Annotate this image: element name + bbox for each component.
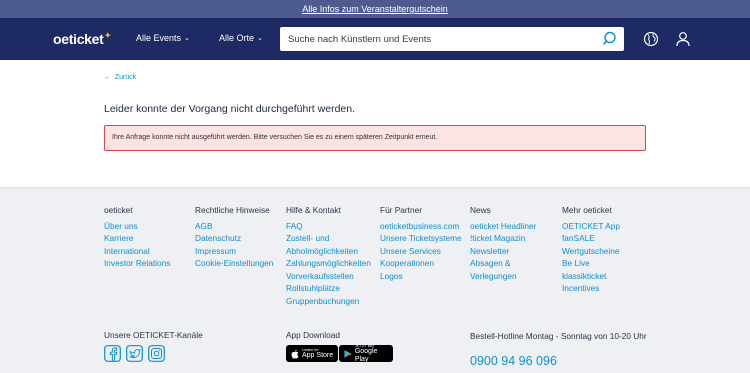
footer-col-legal: Rechtliche Hinweise AGB Datenschutz Impr…	[195, 204, 273, 270]
footer-link[interactable]: Investor Relations	[104, 257, 170, 270]
globe-icon[interactable]	[643, 31, 659, 47]
footer-link[interactable]: Karriere	[104, 232, 170, 245]
footer-link[interactable]: Absagen &	[470, 257, 536, 270]
chevron-down-icon: ⌄	[257, 35, 263, 42]
organizer-voucher-link[interactable]: Alle Infos zum Veranstaltergutschein	[302, 4, 448, 14]
logo-star-icon: ✦	[104, 31, 112, 40]
search-box	[280, 27, 624, 51]
page-title: Leider konnte der Vorgang nicht durchgef…	[104, 103, 356, 115]
footer-col-help: Hilfe & Kontakt FAQ Zustell- und Abholmö…	[286, 204, 371, 307]
footer-link[interactable]: Über uns	[104, 220, 170, 233]
footer: oeticket Über uns Karriere International…	[0, 187, 750, 373]
footer-link[interactable]: Logos	[380, 270, 462, 283]
channels-label: Unsere OETICKET-Kanäle	[104, 330, 203, 340]
chevron-down-icon: ⌄	[184, 35, 190, 42]
instagram-icon[interactable]	[148, 345, 165, 362]
footer-link[interactable]: Datenschutz	[195, 232, 273, 245]
footer-link[interactable]: Zahlungsmöglichkeiten	[286, 257, 371, 270]
twitter-icon[interactable]	[126, 345, 143, 362]
footer-link[interactable]: Incentives	[562, 282, 620, 295]
nav-all-places-label: Alle Orte	[219, 33, 255, 43]
footer-col-more: Mehr oeticket OETICKET App fanSALE Wertg…	[562, 204, 620, 295]
footer-link[interactable]: Wertgutscheine	[562, 245, 620, 258]
footer-col-heading: Für Partner	[380, 205, 422, 215]
error-alert: Ihre Anfrage konnte nicht ausgeführt wer…	[104, 125, 646, 151]
footer-link[interactable]: klassikticket	[562, 270, 620, 283]
footer-link[interactable]: Cookie-Einstellungen	[195, 257, 273, 270]
footer-col-heading: Mehr oeticket	[562, 205, 612, 215]
googleplay-big-text: Google Play	[354, 347, 378, 363]
apple-icon	[291, 349, 299, 359]
footer-link[interactable]: OETICKET App	[562, 220, 620, 233]
footer-link[interactable]: !ticket Magazin	[470, 232, 536, 245]
search-icon[interactable]	[602, 30, 620, 48]
facebook-icon[interactable]	[104, 345, 121, 362]
footer-link[interactable]: fanSALE	[562, 232, 620, 245]
hotline-phone[interactable]: 0900 94 96 096	[470, 354, 557, 368]
footer-link[interactable]: Impressum	[195, 245, 273, 258]
nav-all-places[interactable]: Alle Orte ⌄	[219, 33, 263, 43]
google-play-icon	[344, 349, 352, 358]
footer-col-heading: Rechtliche Hinweise	[195, 205, 270, 215]
arrow-left-icon: ←	[104, 74, 111, 81]
footer-link[interactable]: Rollstuhlplätze	[286, 282, 371, 295]
footer-link[interactable]: FAQ	[286, 220, 371, 233]
appstore-big-text: App Store	[302, 351, 334, 359]
footer-col-news: News oeticket Headliner !ticket Magazin …	[470, 204, 536, 282]
user-account-icon[interactable]	[675, 31, 691, 47]
logo-text: oeticket	[53, 31, 104, 47]
search-input[interactable]	[288, 33, 588, 45]
footer-link[interactable]: Unsere Services	[380, 245, 462, 258]
footer-link[interactable]: Verlegungen	[470, 270, 536, 283]
nav-all-events[interactable]: Alle Events ⌄	[136, 33, 190, 43]
back-label: Zurück	[114, 74, 137, 81]
app-download-label: App Download	[286, 330, 340, 340]
oeticket-logo[interactable]: oeticket✦	[53, 31, 111, 47]
footer-col-heading: Hilfe & Kontakt	[286, 205, 341, 215]
footer-col-oeticket: oeticket Über uns Karriere International…	[104, 204, 170, 270]
footer-link[interactable]: International	[104, 245, 170, 258]
footer-link[interactable]: oeticket Headliner	[470, 220, 536, 233]
footer-col-heading: oeticket	[104, 205, 133, 215]
footer-link[interactable]: Zustell- und	[286, 232, 371, 245]
back-link[interactable]: ← Zurück	[104, 74, 136, 81]
footer-link[interactable]: Kooperationen	[380, 257, 462, 270]
footer-link[interactable]: Abholmöglichkeiten	[286, 245, 371, 258]
main-content: ← Zurück Leider konnte der Vorgang nicht…	[0, 60, 750, 187]
app-store-badge[interactable]: Laden im App Store	[286, 345, 339, 362]
footer-link[interactable]: Be Live	[562, 257, 620, 270]
footer-link[interactable]: oeticketbusiness.com	[380, 220, 462, 233]
footer-col-heading: News	[470, 205, 491, 215]
footer-link[interactable]: AGB	[195, 220, 273, 233]
footer-link[interactable]: Gruppenbuchungen	[286, 295, 371, 308]
footer-link[interactable]: Unsere Ticketsysteme	[380, 232, 462, 245]
footer-link[interactable]: Vorverkaufsstellen	[286, 270, 371, 283]
nav-all-events-label: Alle Events	[136, 33, 182, 43]
footer-link[interactable]: Newsletter	[470, 245, 536, 258]
announcement-bar: Alle Infos zum Veranstaltergutschein	[0, 0, 750, 18]
google-play-badge[interactable]: JETZT BEI Google Play	[339, 343, 393, 363]
hotline-label: Bestell-Hotline Montag - Sonntag von 10-…	[470, 331, 647, 341]
footer-col-partner: Für Partner oeticketbusiness.com Unsere …	[380, 204, 462, 282]
